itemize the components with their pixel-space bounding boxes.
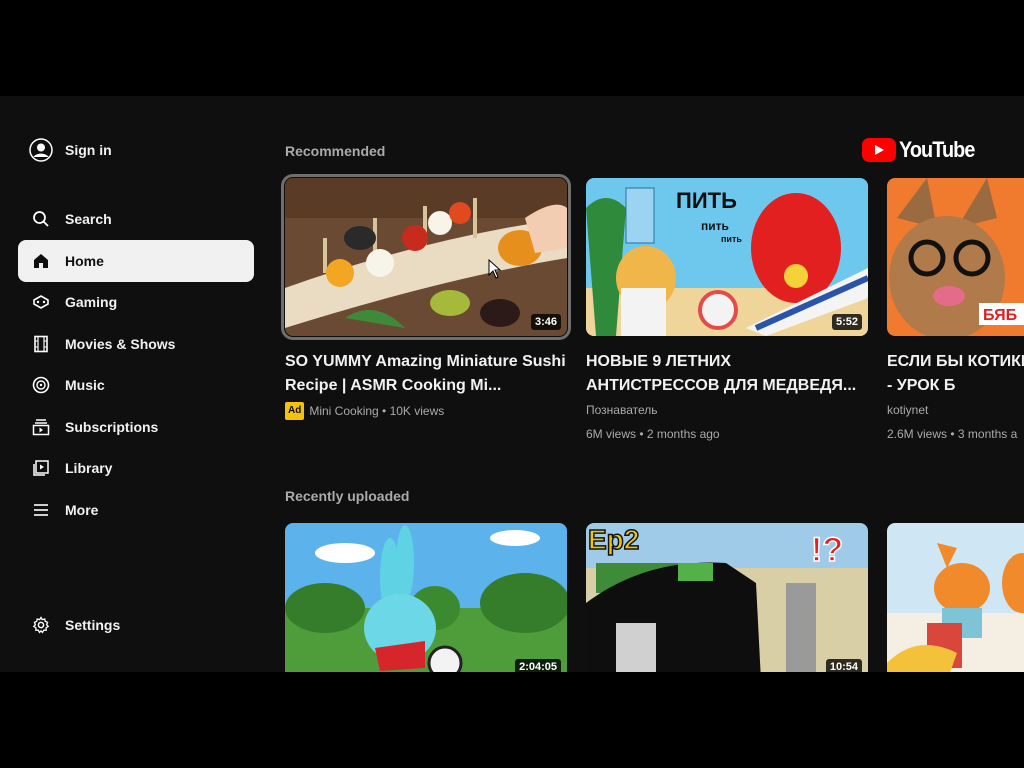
sidebar-item-label: Library — [65, 460, 113, 476]
sidebar-item-library[interactable]: Library — [18, 447, 254, 489]
library-icon — [32, 459, 50, 477]
movies-icon — [32, 335, 50, 353]
letterbox-bottom — [0, 672, 1024, 768]
thumbnail-image — [285, 523, 567, 672]
home-icon — [32, 252, 50, 270]
video-thumbnail[interactable]: 3:46 — [281, 174, 571, 340]
thumbnail-image: Ep2 !? — [586, 523, 868, 672]
video-title: ЕСЛИ БЫ КОТИКИ ПОШЛИ В ШКОЛУ - УРОК Б — [887, 353, 1024, 394]
sidebar-item-search[interactable]: Search — [18, 198, 254, 240]
sidebar-item-settings[interactable]: Settings — [18, 604, 254, 646]
svg-text:!?: !? — [811, 531, 843, 569]
thumbnail-image: БЯБ — [887, 178, 1024, 336]
sidebar-item-music[interactable]: Music — [18, 364, 254, 406]
sidebar-item-label: More — [65, 502, 99, 518]
mouse-cursor-icon — [488, 259, 502, 279]
sidebar-item-subscriptions[interactable]: Subscriptions — [18, 406, 254, 448]
ad-badge: Ad — [285, 402, 305, 420]
video-title: НОВЫЕ 9 ЛЕТНИХ АНТИСТРЕССОВ ДЛЯ МЕДВЕДЯ.… — [586, 353, 857, 394]
video-card[interactable]: 3:46 SO YUMMY Amazing Miniature Sushi Re… — [281, 174, 571, 420]
play-logo-icon — [862, 138, 896, 162]
sign-in-label: Sign in — [65, 142, 112, 158]
sidebar-item-more[interactable]: More — [18, 489, 254, 531]
sidebar-item-gaming[interactable]: Gaming — [18, 281, 254, 323]
video-meta-text: Mini Cooking • 10K views — [309, 404, 445, 418]
video-channel: kotiynet — [887, 403, 929, 417]
video-duration: 10:54 — [825, 659, 862, 672]
video-thumbnail[interactable]: БЯБ — [887, 178, 1024, 336]
search-icon — [32, 210, 50, 228]
svg-text:Ep2: Ep2 — [588, 524, 639, 555]
video-duration: 5:52 — [831, 314, 862, 330]
sidebar-item-movies-shows[interactable]: Movies & Shows — [18, 323, 254, 365]
sidebar: Sign in Search Home Gaming Movies & Show — [0, 96, 270, 672]
video-card[interactable]: 2:04:05 — [285, 523, 567, 672]
video-card[interactable]: ПИТЬ пить пить 5:52 НОВЫЕ 9 ЛЕТНИХ АНТИС… — [586, 178, 868, 442]
gear-icon — [32, 616, 50, 634]
subscriptions-icon — [32, 418, 50, 436]
video-meta-text: 6M views • 2 months ago — [586, 427, 720, 441]
video-meta-text: 2.6M views • 3 months a — [887, 427, 1018, 441]
video-duration: 3:46 — [530, 314, 561, 330]
account-icon — [29, 138, 53, 162]
sidebar-item-home[interactable]: Home — [18, 240, 254, 282]
svg-text:БЯБ: БЯБ — [983, 307, 1017, 324]
section-title-recently-uploaded: Recently uploaded — [285, 488, 410, 504]
video-channel: Познаватель — [586, 403, 658, 417]
video-thumbnail[interactable]: Ep2 !? 10:54 — [586, 523, 868, 672]
letterbox-top — [0, 0, 1024, 96]
svg-text:ПИТЬ: ПИТЬ — [676, 188, 737, 213]
sign-in-button[interactable]: Sign in — [18, 129, 254, 171]
video-meta: Ad Mini Cooking • 10K views — [285, 402, 567, 420]
youtube-tv-app: Sign in Search Home Gaming Movies & Show — [0, 96, 1024, 672]
video-duration: 2:04:05 — [515, 659, 561, 672]
youtube-logo: YouTube — [862, 137, 983, 163]
gaming-icon — [32, 293, 50, 311]
section-title-recommended: Recommended — [285, 143, 386, 159]
thumbnail-image: ПИТЬ пить пить — [586, 178, 868, 336]
sidebar-item-label: Search — [65, 211, 112, 227]
thumbnail-image — [285, 178, 567, 336]
video-thumbnail[interactable]: 2:04:05 — [285, 523, 567, 672]
svg-text:пить: пить — [701, 219, 729, 233]
sidebar-item-label: Gaming — [65, 294, 118, 310]
video-title: SO YUMMY Amazing Miniature Sushi Recipe … — [285, 353, 566, 394]
sidebar-item-label: Subscriptions — [65, 419, 159, 435]
sidebar-item-label: Movies & Shows — [65, 336, 176, 352]
sidebar-item-label: Settings — [65, 617, 121, 633]
menu-icon — [32, 501, 50, 519]
video-thumbnail[interactable] — [887, 523, 1024, 672]
video-card[interactable] — [887, 523, 1024, 672]
svg-text:пить: пить — [721, 234, 742, 244]
thumbnail-image — [887, 523, 1024, 672]
video-thumbnail[interactable]: ПИТЬ пить пить 5:52 — [586, 178, 868, 336]
sidebar-item-label: Music — [65, 377, 105, 393]
sidebar-item-label: Home — [65, 253, 104, 269]
logo-text: YouTube — [899, 137, 975, 162]
video-card[interactable]: Ep2 !? 10:54 — [586, 523, 868, 672]
video-card[interactable]: БЯБ ЕСЛИ БЫ КОТИКИ ПОШЛИ В ШКОЛУ - УРОК … — [887, 178, 1024, 442]
music-icon — [32, 376, 50, 394]
